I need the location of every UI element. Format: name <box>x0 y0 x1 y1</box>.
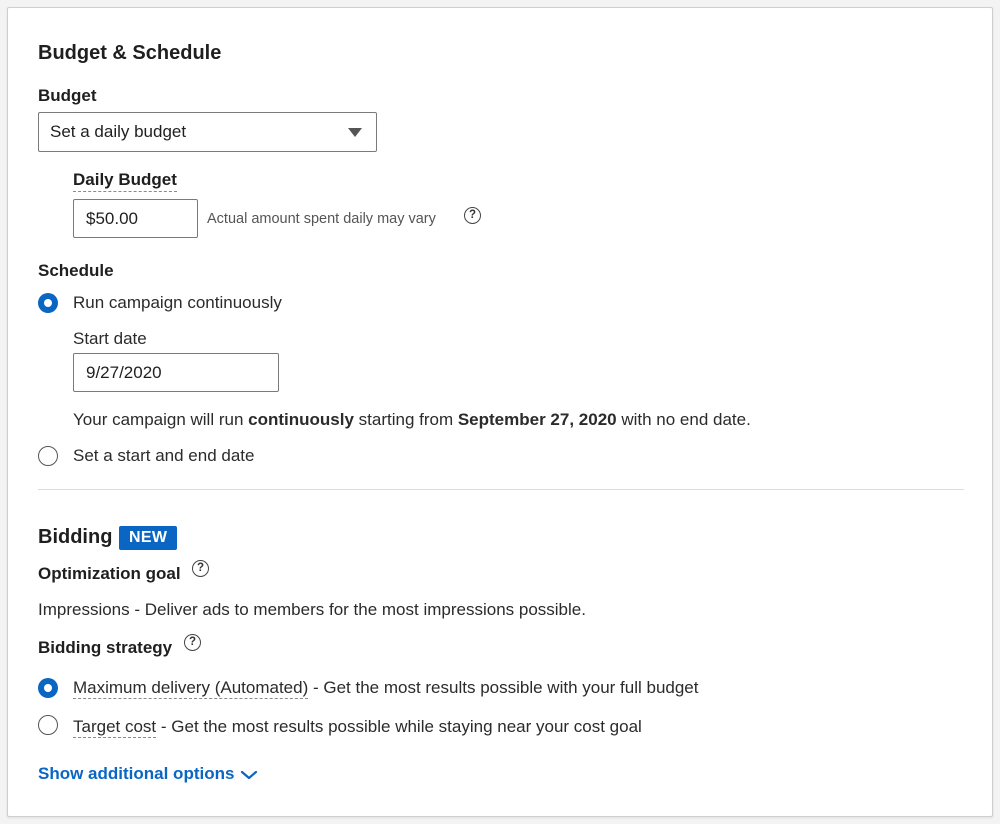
radio-target-cost[interactable] <box>38 715 58 735</box>
maximum-delivery-option[interactable]: Maximum delivery (Automated) - Get the m… <box>73 678 699 699</box>
daily-budget-input[interactable] <box>73 199 198 238</box>
daily-budget-hint: Actual amount spent daily may vary <box>207 211 436 227</box>
help-icon[interactable]: ? <box>192 560 209 577</box>
optimization-goal-text: Impressions - Deliver ads to members for… <box>38 600 586 619</box>
section-title-bidding: Bidding <box>38 526 113 548</box>
optimization-goal-label: Optimization goal <box>38 564 181 583</box>
chevron-down-icon <box>241 770 258 780</box>
start-date-input[interactable] <box>73 353 279 392</box>
radio-start-end-date[interactable] <box>38 446 58 466</box>
run-continuously-label[interactable]: Run campaign continuously <box>73 293 282 313</box>
budget-type-select[interactable]: Set a daily budget <box>38 112 377 152</box>
start-end-date-label[interactable]: Set a start and end date <box>73 446 254 466</box>
summary-text-3: with no end date. <box>616 410 751 429</box>
new-badge: NEW <box>119 526 178 550</box>
radio-run-continuously[interactable] <box>38 293 58 313</box>
summary-bold-continuously: continuously <box>248 410 354 429</box>
section-title-budget-schedule: Budget & Schedule <box>38 42 222 64</box>
show-additional-options-link[interactable]: Show additional options <box>38 764 258 784</box>
budget-select-value: Set a daily budget <box>50 122 187 141</box>
summary-text-2: starting from <box>353 410 458 429</box>
section-divider <box>38 489 964 490</box>
schedule-summary: Your campaign will run continuously star… <box>73 410 751 430</box>
daily-budget-label[interactable]: Daily Budget <box>73 170 177 192</box>
target-cost-name[interactable]: Target cost <box>73 717 157 738</box>
schedule-label: Schedule <box>38 261 114 280</box>
target-cost-option[interactable]: Target cost - Get the most results possi… <box>73 717 642 738</box>
budget-schedule-card: Budget & Schedule Budget Set a daily bud… <box>7 7 993 817</box>
show-additional-options-label: Show additional options <box>38 764 235 783</box>
budget-label: Budget <box>38 86 97 105</box>
radio-maximum-delivery[interactable] <box>38 678 58 698</box>
bidding-strategy-label: Bidding strategy <box>38 638 173 657</box>
start-date-label: Start date <box>73 329 147 348</box>
help-icon[interactable]: ? <box>464 207 481 224</box>
maximum-delivery-name[interactable]: Maximum delivery (Automated) <box>73 678 309 699</box>
help-icon[interactable]: ? <box>184 634 201 651</box>
target-cost-desc: - Get the most results possible while st… <box>156 717 642 736</box>
dropdown-caret-icon <box>348 128 362 137</box>
summary-bold-date: September 27, 2020 <box>457 410 617 429</box>
summary-text-1: Your campaign will run <box>73 410 249 429</box>
maximum-delivery-desc: - Get the most results possible with you… <box>308 678 699 697</box>
